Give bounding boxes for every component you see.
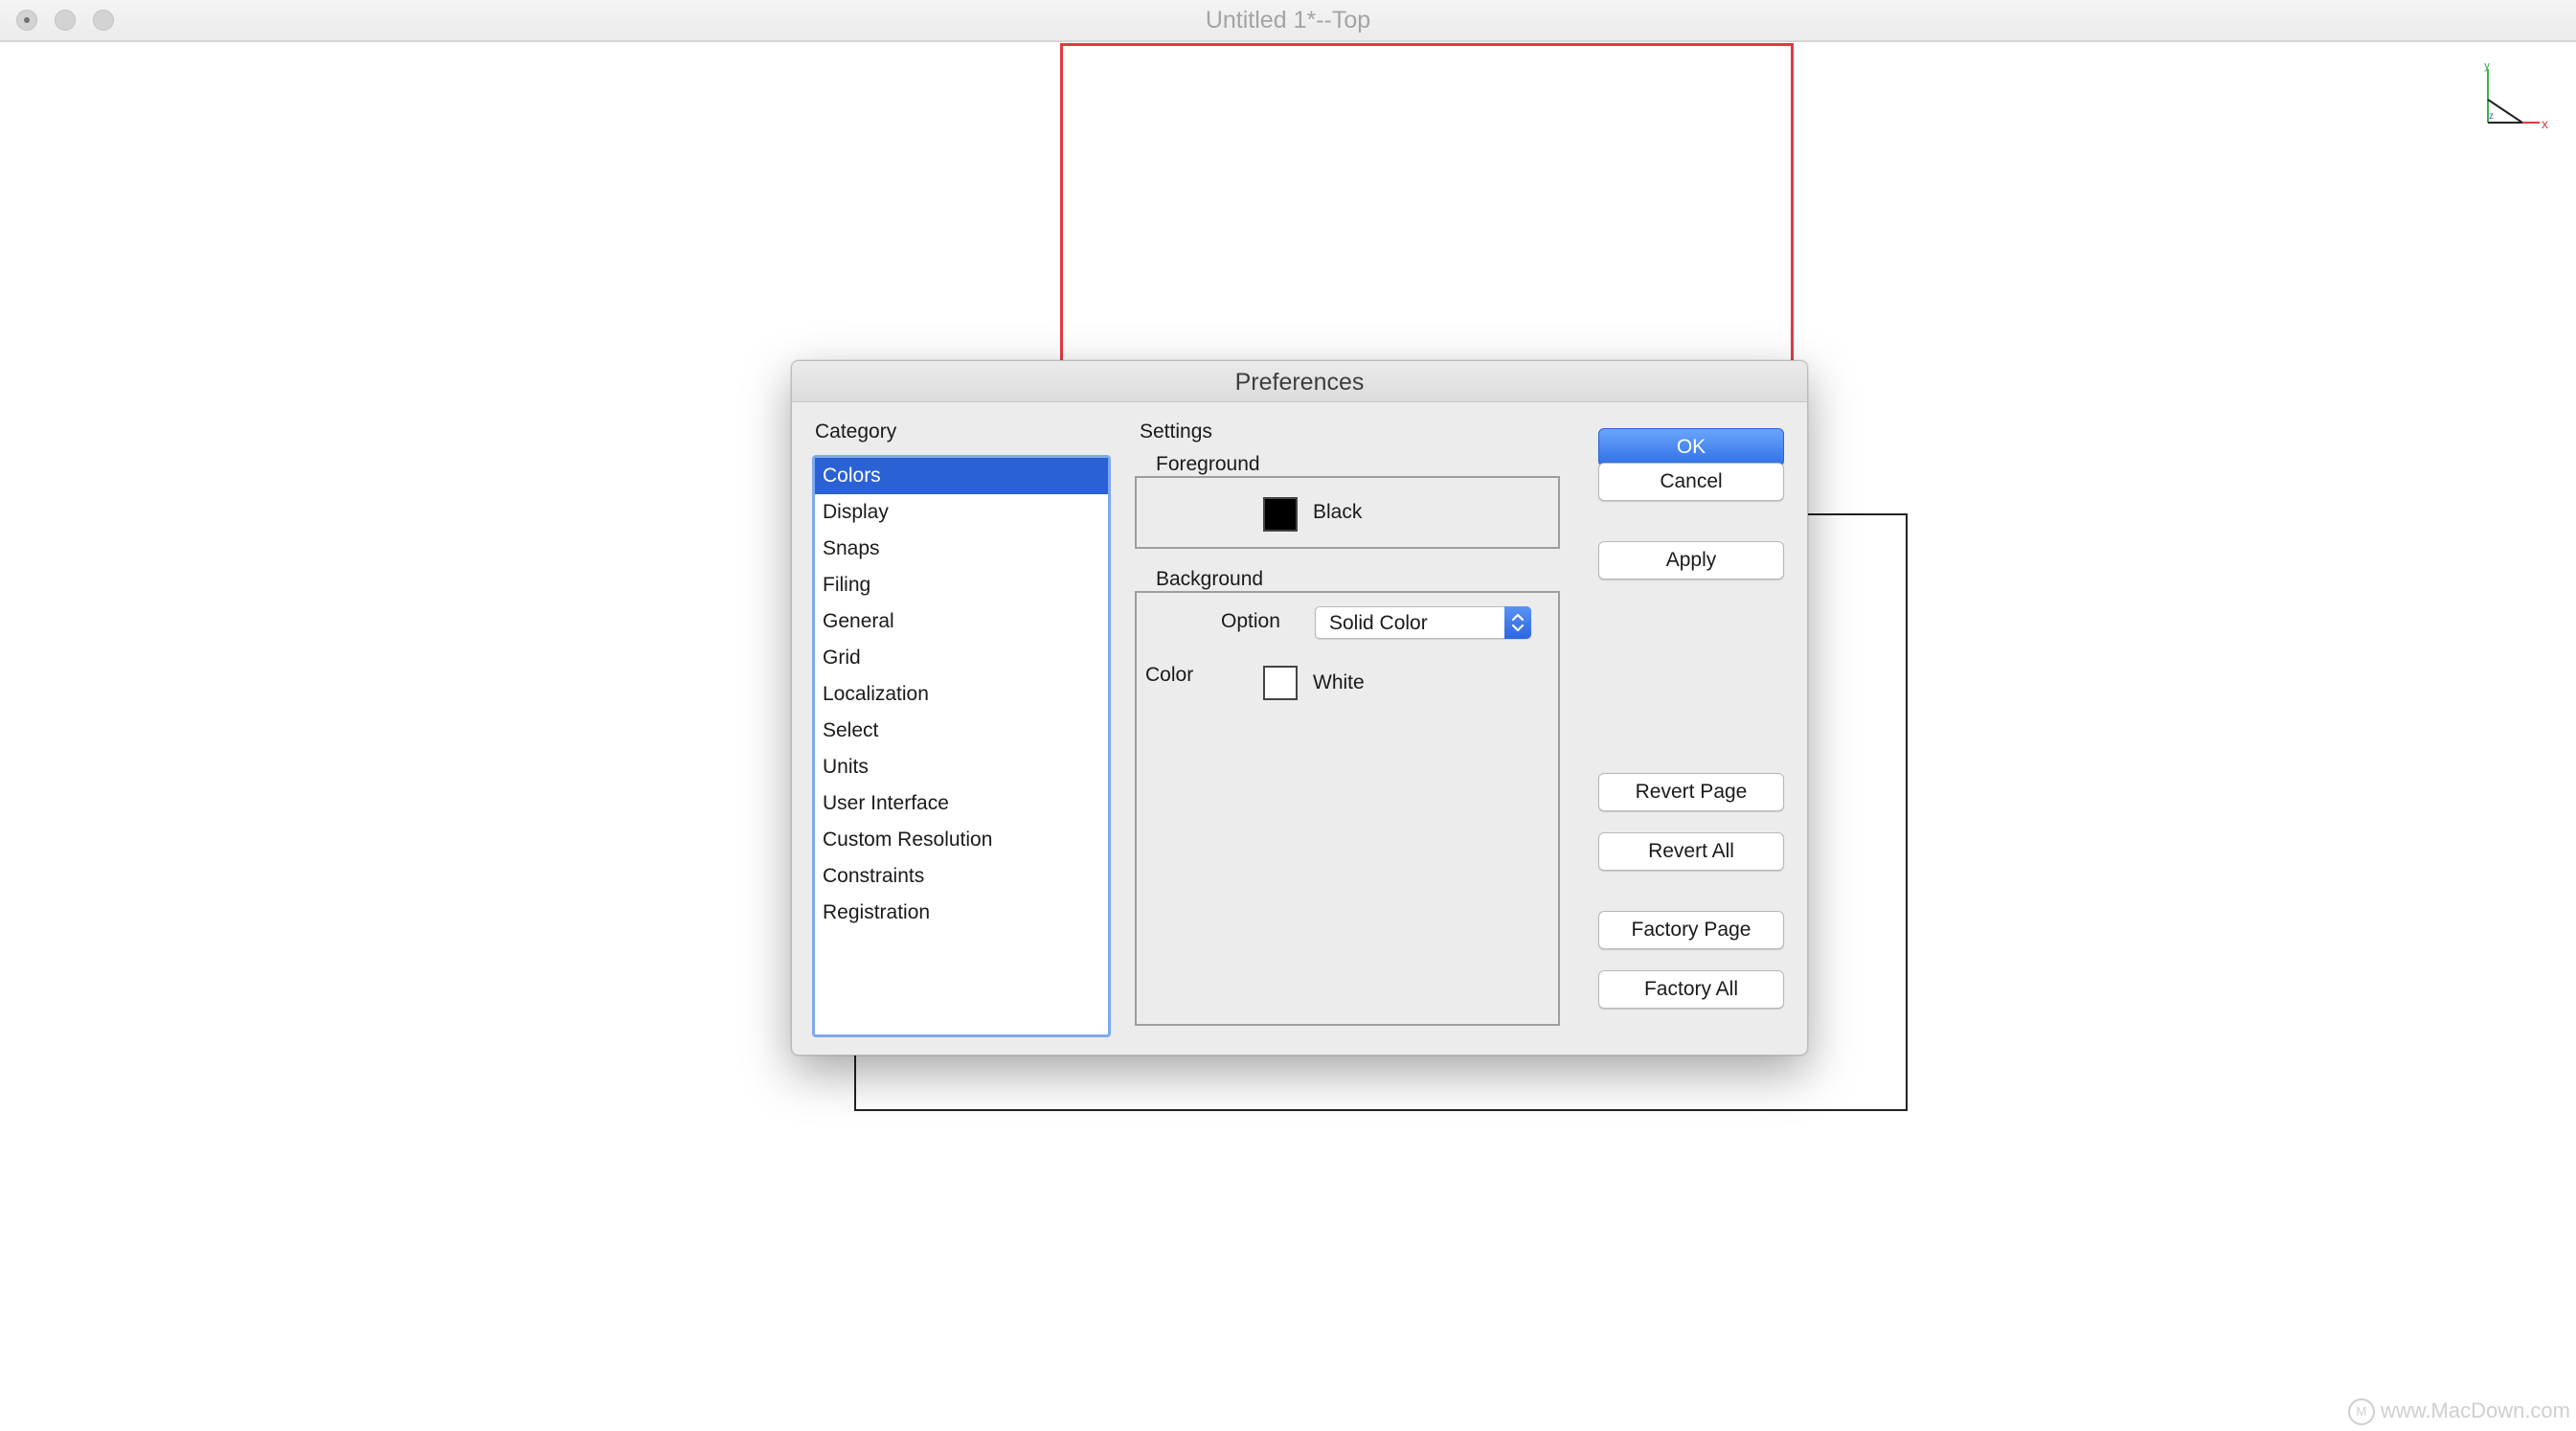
background-group: Option Solid Color Color White [1135,591,1560,1026]
background-color-name: White [1313,671,1365,693]
category-item-constraints[interactable]: Constraints [815,858,1108,895]
category-list[interactable]: Colors Display Snaps Filing General Grid… [812,455,1111,1037]
watermark: Mwww.MacDown.com [2347,1397,2570,1425]
category-item-custom-resolution[interactable]: Custom Resolution [815,822,1108,858]
foreground-color-name: Black [1313,501,1363,523]
category-item-filing[interactable]: Filing [815,567,1108,603]
category-item-general[interactable]: General [815,603,1108,640]
apply-button[interactable]: Apply [1598,541,1784,579]
chevron-up-down-icon [1504,606,1531,639]
category-item-user-interface[interactable]: User Interface [815,785,1108,822]
category-item-snaps[interactable]: Snaps [815,531,1108,567]
background-color-label: Color [1145,664,1194,686]
cancel-button[interactable]: Cancel [1598,463,1784,501]
watermark-logo-icon: M [2347,1398,2375,1425]
background-group-label: Background [1156,568,1264,590]
factory-all-button[interactable]: Factory All [1598,970,1784,1009]
window-title: Untitled 1*--Top [1205,7,1371,34]
category-item-registration[interactable]: Registration [815,895,1108,931]
category-item-localization[interactable]: Localization [815,676,1108,713]
category-item-display[interactable]: Display [815,494,1108,531]
ok-button[interactable]: OK [1598,428,1784,466]
dialog-title: Preferences [1234,369,1365,396]
foreground-group: Black [1135,476,1560,549]
background-option-label: Option [1221,610,1280,632]
preferences-dialog: Preferences Category Settings Colors Dis… [791,360,1808,1056]
revert-all-button[interactable]: Revert All [1598,832,1784,871]
axis-x-label: x [2542,116,2548,131]
background-option-value: Solid Color [1329,612,1428,634]
window-titlebar: Untitled 1*--Top [0,0,2576,42]
factory-page-button[interactable]: Factory Page [1598,911,1784,949]
revert-page-button[interactable]: Revert Page [1598,773,1784,811]
axis-y-label: y [2484,63,2490,72]
watermark-text: www.MacDown.com [2380,1397,2570,1422]
settings-label: Settings [1140,420,1212,443]
background-color-swatch[interactable] [1263,666,1298,700]
category-item-select[interactable]: Select [815,713,1108,749]
foreground-color-swatch[interactable] [1263,497,1298,532]
category-item-grid[interactable]: Grid [815,640,1108,676]
axis-z-label: z [2489,111,2494,122]
category-item-colors[interactable]: Colors [815,458,1108,494]
category-item-units[interactable]: Units [815,749,1108,785]
dialog-titlebar[interactable]: Preferences [792,361,1807,402]
category-label: Category [815,420,897,443]
axis-orientation-icon: y x z [2484,63,2548,131]
background-option-select[interactable]: Solid Color [1315,606,1531,639]
foreground-group-label: Foreground [1156,453,1260,475]
